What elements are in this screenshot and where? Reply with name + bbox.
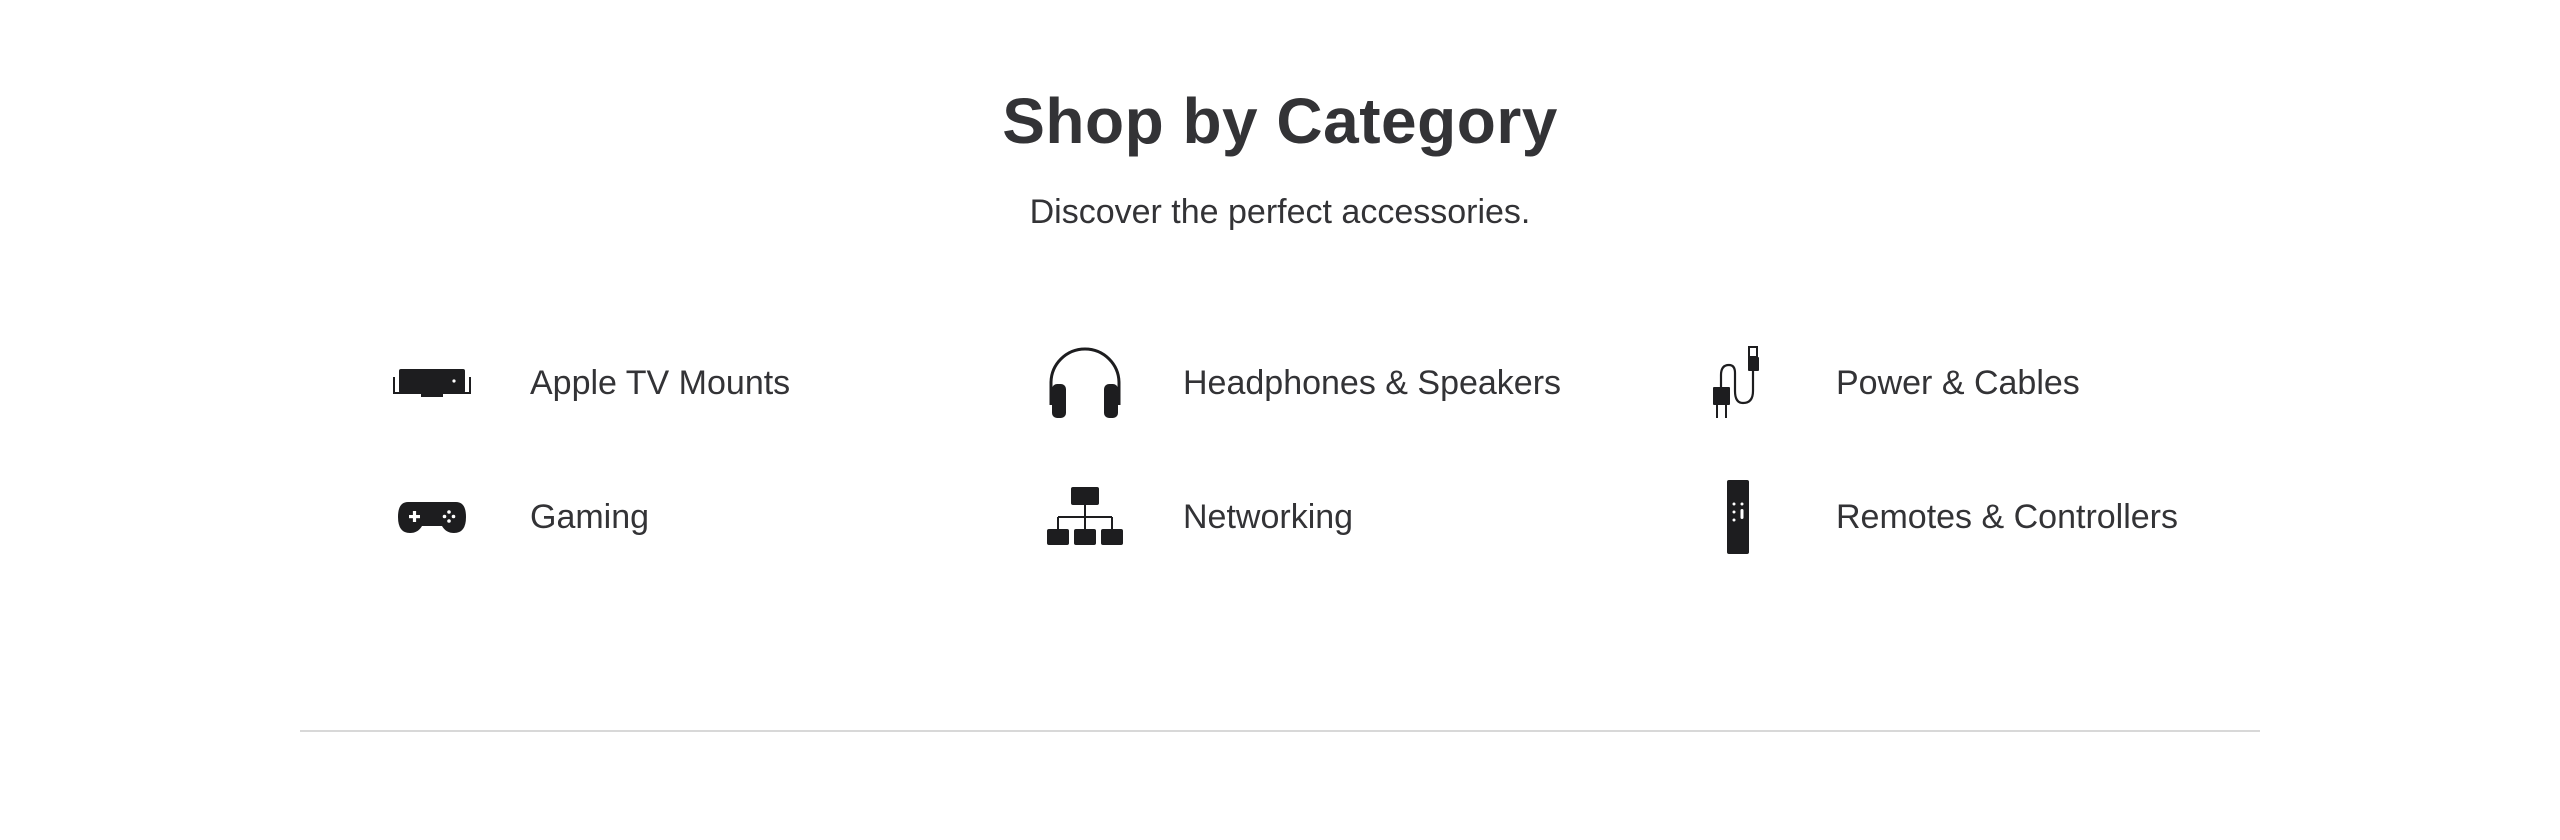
category-apple-tv-mounts[interactable]: Apple TV Mounts: [362, 328, 962, 438]
category-remotes-controllers[interactable]: Remotes & Controllers: [1668, 462, 2268, 572]
game-controller-icon: [362, 462, 502, 572]
remote-icon: [1668, 462, 1808, 572]
category-label: Networking: [1183, 498, 1354, 536]
headphones-icon: [1015, 328, 1155, 438]
category-headphones-speakers[interactable]: Headphones & Speakers: [1015, 328, 1615, 438]
network-icon: [1015, 462, 1155, 572]
category-label: Apple TV Mounts: [530, 364, 791, 402]
category-label: Remotes & Controllers: [1836, 498, 2179, 536]
category-label: Power & Cables: [1836, 364, 2080, 402]
section-divider: [300, 730, 2260, 732]
category-power-cables[interactable]: Power & Cables: [1668, 328, 2268, 438]
shop-by-category-section: Shop by Category Discover the perfect ac…: [0, 0, 2560, 840]
category-label: Gaming: [530, 498, 650, 536]
apple-tv-mount-icon: [362, 328, 502, 438]
category-label: Headphones & Speakers: [1183, 364, 1562, 402]
category-gaming[interactable]: Gaming: [362, 462, 962, 572]
category-grid: Apple TV Mounts Headphones & Speakers Po…: [0, 0, 2560, 840]
category-networking[interactable]: Networking: [1015, 462, 1615, 572]
power-cable-icon: [1668, 328, 1808, 438]
